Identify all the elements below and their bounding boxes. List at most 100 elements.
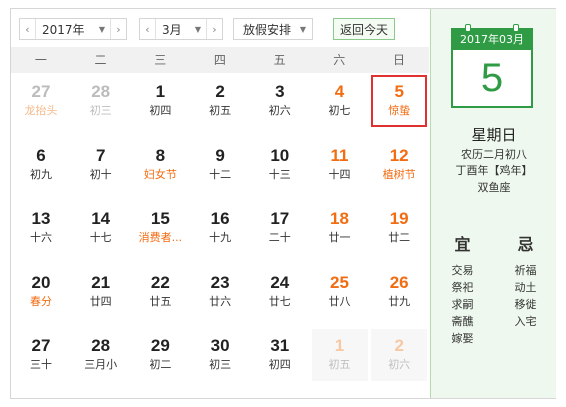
lunar-label: 廿九: [388, 294, 411, 308]
lunar-label: 十六: [30, 231, 52, 245]
date-number: 22: [150, 272, 170, 292]
date-number: 13: [31, 209, 51, 229]
date-number: 29: [150, 336, 170, 356]
yi-ji-section: 宜 交易 祭祀 求嗣 斋醮 嫁娶 忌 祈福 动土 移徙 入宅: [431, 231, 557, 347]
date-cell[interactable]: 12 植树节: [371, 139, 427, 191]
weekday-label: 四: [213, 53, 226, 67]
holiday-schedule-select[interactable]: 放假安排 ▼: [233, 18, 313, 40]
date-cell[interactable]: 19 廿二: [371, 202, 427, 254]
lunar-label: 廿六: [209, 294, 232, 308]
date-cell[interactable]: 28 三月小: [73, 329, 129, 381]
date-cell[interactable]: 29 初二: [132, 329, 188, 381]
weekday-label: 五: [273, 53, 286, 67]
month-stepper[interactable]: ‹ 3月 ▼ ›: [139, 18, 223, 40]
lunar-label: 惊蛰: [388, 104, 411, 117]
date-number: 4: [334, 82, 345, 101]
lunar-label: 十二: [209, 167, 232, 181]
lunar-label: 初九: [30, 167, 52, 181]
date-cell[interactable]: 21 廿四: [73, 266, 129, 318]
lunar-label: 消费者...: [138, 231, 183, 245]
date-cell[interactable]: 10 十三: [252, 139, 308, 191]
lunar-label: 三十: [30, 358, 52, 372]
lunar-label: 初三: [89, 104, 112, 117]
next-month-icon[interactable]: ›: [206, 19, 222, 39]
lunar-label: 廿八: [328, 294, 351, 308]
date-cell[interactable]: 7 初十: [73, 139, 129, 191]
prev-year-icon[interactable]: ‹: [20, 19, 36, 39]
month-select[interactable]: 3月 ▼: [156, 21, 206, 38]
date-number: 28: [91, 82, 111, 101]
prev-month-icon[interactable]: ‹: [140, 19, 156, 39]
year-select[interactable]: 2017年 ▼: [36, 21, 110, 38]
date-number: 31: [270, 336, 290, 356]
date-cell[interactable]: 30 初三: [192, 329, 248, 381]
month-dropdown-icon: ▼: [194, 24, 201, 34]
date-cell[interactable]: 23 廿六: [192, 266, 248, 318]
date-cell[interactable]: 22 廿五: [132, 266, 188, 318]
date-cell[interactable]: 5 惊蛰: [371, 75, 428, 127]
zodiac-sign: 双鱼座: [477, 181, 511, 194]
date-cell[interactable]: 15 消费者...: [132, 202, 188, 254]
year-dropdown-icon: ▼: [98, 24, 105, 34]
date-cell[interactable]: 1 初四: [132, 75, 188, 127]
date-cell[interactable]: 13 十六: [13, 202, 69, 254]
date-cell[interactable]: 27 龙抬头: [13, 75, 69, 127]
date-cell[interactable]: 16 十九: [192, 202, 248, 254]
date-number: 12: [389, 145, 409, 165]
lunar-label: 春分: [30, 294, 52, 308]
date-cell[interactable]: 26 廿九: [371, 266, 427, 318]
date-cell[interactable]: 20 春分: [13, 266, 69, 318]
ji-item: 动土: [514, 281, 537, 294]
weekday-label: 日: [392, 53, 405, 67]
date-number: 5: [394, 82, 404, 101]
date-cell[interactable]: 31 初四: [252, 329, 308, 381]
date-number: 19: [389, 209, 409, 229]
date-cell[interactable]: 6 初九: [13, 139, 69, 191]
year-stepper[interactable]: ‹ 2017年 ▼ ›: [19, 18, 127, 40]
date-number: 23: [210, 272, 230, 292]
date-number: 7: [95, 145, 106, 165]
lunar-label: 十四: [328, 167, 351, 181]
back-to-today-button[interactable]: 返回今天: [333, 18, 395, 40]
ji-item: 移徙: [514, 298, 537, 311]
date-cell[interactable]: 11 十四: [312, 139, 368, 191]
date-cell[interactable]: 3 初六: [252, 75, 308, 127]
date-cell[interactable]: 28 初三: [73, 75, 129, 127]
yi-item: 斋醮: [451, 315, 474, 328]
date-cell[interactable]: 17 二十: [252, 202, 308, 254]
date-cell[interactable]: 2 初五: [192, 75, 248, 127]
date-number: 2: [215, 82, 225, 101]
date-cell[interactable]: 27 三十: [13, 329, 69, 381]
next-year-icon[interactable]: ›: [110, 19, 126, 39]
lunar-label: 初四: [149, 104, 172, 117]
holiday-dropdown-icon: ▼: [299, 24, 306, 34]
date-cell[interactable]: 14 十七: [73, 202, 129, 254]
ganzhi-year: 丁酉年【鸡年】: [455, 164, 533, 177]
date-cell[interactable]: 9 十二: [192, 139, 248, 191]
date-cell[interactable]: 24 廿七: [252, 266, 308, 318]
yi-item: 交易: [451, 264, 474, 277]
date-number: 6: [36, 145, 46, 165]
calendar-ring-icon: [513, 24, 519, 32]
lunar-label: 初六: [388, 358, 411, 372]
date-number: 27: [31, 336, 51, 356]
lunar-label: 初三: [209, 358, 232, 372]
lunar-label: 植树节: [382, 167, 416, 181]
date-cell[interactable]: 4 初七: [312, 75, 368, 127]
date-cell[interactable]: 25 廿八: [312, 266, 368, 318]
selected-weekday: 星期日: [471, 126, 517, 144]
date-cell[interactable]: 8 妇女节: [132, 139, 188, 191]
month-value: 3月: [162, 22, 182, 37]
lunar-label: 廿四: [89, 294, 112, 308]
weekday-header: 一二三四五六日: [11, 47, 429, 73]
date-number: 8: [155, 145, 166, 165]
date-cell[interactable]: 1 初五: [311, 329, 368, 382]
date-number: 10: [270, 145, 290, 165]
weekday-label: 六: [333, 53, 346, 67]
date-number: 3: [275, 82, 285, 101]
ji-column: 忌 祈福 动土 移徙 入宅: [494, 231, 557, 347]
date-cell[interactable]: 18 廿一: [312, 202, 368, 254]
ji-heading: 忌: [517, 235, 534, 254]
lunar-label: 十三: [268, 167, 291, 181]
date-cell[interactable]: 2 初六: [371, 329, 428, 382]
